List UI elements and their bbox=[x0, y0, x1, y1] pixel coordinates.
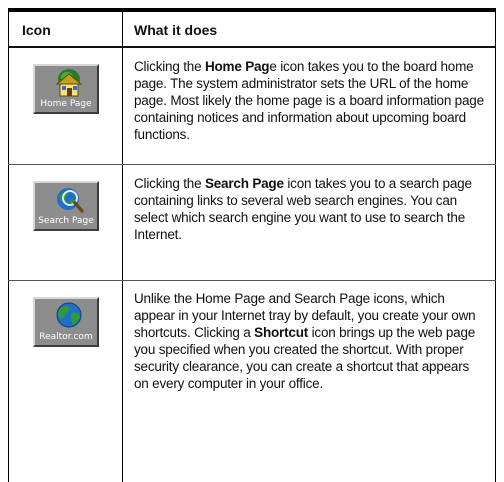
icon-label: Search Page bbox=[38, 216, 94, 226]
icon-label: Home Page bbox=[40, 99, 92, 109]
table-header-row: Icon What it does bbox=[8, 12, 496, 46]
home-page-icon: Home Page bbox=[33, 64, 99, 114]
table-row: Home Page Clicking the Home Page icon ta… bbox=[8, 48, 496, 164]
search-page-icon: Search Page bbox=[33, 181, 99, 231]
icon-label: Realtor.com bbox=[39, 332, 93, 342]
realtor-com-icon: Realtor.com bbox=[33, 297, 99, 347]
house-icon bbox=[55, 69, 83, 97]
table-row: Search Page Clicking the Search Page ico… bbox=[8, 165, 496, 280]
description: Clicking the Home Page icon takes you to… bbox=[134, 59, 484, 142]
description: Clicking the Search Page icon takes you … bbox=[134, 176, 472, 242]
globe-icon bbox=[56, 302, 82, 328]
description: Unlike the Home Page and Search Page ico… bbox=[134, 291, 476, 391]
header-icon: Icon bbox=[22, 22, 51, 38]
header-what-it-does: What it does bbox=[134, 22, 218, 38]
icon-reference-table: Icon What it does Home Page Clicking the… bbox=[8, 0, 496, 482]
table-row: Realtor.com Unlike the Home Page and Sea… bbox=[8, 281, 496, 482]
magnifier-globe-icon bbox=[57, 188, 84, 213]
